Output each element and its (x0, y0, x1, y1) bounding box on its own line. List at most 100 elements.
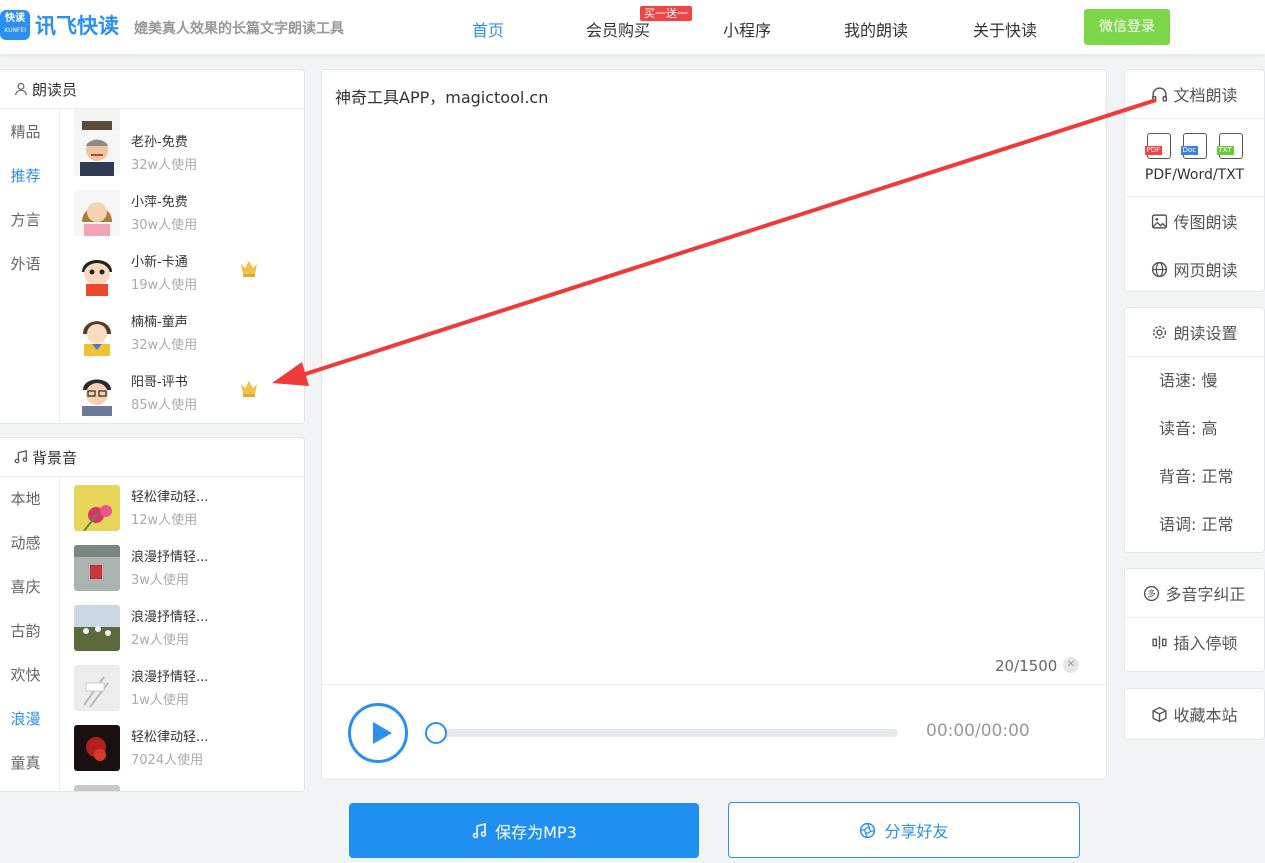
reader-uses: 85w人使用 (131, 398, 198, 413)
web-read-button[interactable]: 网页朗读 (1125, 245, 1264, 293)
list-item[interactable]: 楠楠-童声 32w人使用 (74, 306, 294, 360)
pause-marker-icon (1152, 635, 1168, 649)
doc-read-button[interactable]: 文档朗读 (1125, 70, 1264, 118)
avatar (74, 250, 120, 296)
reader-name: 小新-卡通 (131, 255, 188, 270)
bgm-volume-setting[interactable]: 背音: 正常 (1125, 453, 1264, 501)
reader-list: 老孙-免费 32w人使用 小萍-免费 30w人使用 小新-卡通 19w人使用 楠… (61, 109, 304, 423)
music-note-icon (14, 450, 28, 464)
list-item[interactable]: 浪漫抒情轻... 1w人使用 (74, 661, 294, 715)
char-counter: 20/1500 (995, 657, 1058, 675)
doc-types-caption: PDF/Word/TXT (1144, 167, 1245, 183)
reader-name: 阳哥-评书 (131, 375, 188, 390)
polyphone-icon: 多 (1144, 585, 1160, 601)
image-read-button[interactable]: 传图朗读 (1125, 197, 1264, 245)
text-input[interactable]: 神奇工具APP，magictool.cn (335, 84, 548, 108)
promo-badge: 买一送一 (640, 6, 692, 21)
settings-header: 朗读设置 (1125, 308, 1264, 356)
thumbnail (74, 785, 120, 791)
readers-title: 朗读员 (32, 80, 78, 99)
app-name: 讯飞快读 (35, 14, 119, 38)
progress-track[interactable] (425, 729, 898, 737)
list-item[interactable]: 阳哥-评书 85w人使用 (74, 366, 294, 420)
logo[interactable]: 快读 XUNFEI 讯飞快读 (0, 10, 119, 40)
clear-icon[interactable]: ✕ (1063, 657, 1079, 673)
list-item[interactable]: 轻松律动轻... 7024人使用 (74, 721, 294, 775)
bgm-cat-childlike[interactable]: 童真 (0, 741, 59, 785)
reader-uses: 19w人使用 (131, 278, 198, 293)
vip-crown-icon (241, 261, 257, 277)
bgm-uses: 7024人使用 (131, 753, 204, 768)
reader-cat-dialect[interactable]: 方言 (0, 198, 59, 242)
nav-home[interactable]: 首页 (472, 17, 504, 41)
txt-file-icon: TXT (1216, 133, 1243, 159)
list-item[interactable]: 轻松律动轻... 12w人使用 (74, 481, 294, 535)
thumbnail (74, 665, 120, 711)
globe-icon (1152, 261, 1168, 277)
list-item[interactable]: 浪漫抒情轻... 2w人使用 (74, 601, 294, 655)
reader-cat-premium[interactable]: 精品 (0, 110, 59, 154)
bgm-uses: 12w人使用 (131, 513, 198, 528)
nav-about[interactable]: 关于快读 (973, 17, 1037, 41)
pdf-file-icon: PDF (1144, 133, 1171, 159)
bgm-cat-romantic[interactable]: 浪漫 (0, 697, 59, 741)
reader-categories: 精品 推荐 方言 外语 (0, 109, 60, 423)
bgm-cat-cheerful[interactable]: 欢快 (0, 653, 59, 697)
tone-setting[interactable]: 语调: 正常 (1125, 501, 1264, 549)
user-icon (15, 82, 27, 96)
gear-icon (1153, 325, 1167, 339)
bgm-name: 轻松律动轻... (131, 730, 209, 745)
pitch-setting[interactable]: 读音: 高 (1125, 405, 1264, 453)
bgm-uses: 3w人使用 (131, 573, 189, 588)
text-tools: 多 多音字纠正 插入停顿 (1124, 568, 1265, 672)
bookmark-box: 收藏本站 (1124, 688, 1265, 740)
avatar (74, 190, 120, 236)
reader-uses: 30w人使用 (131, 218, 198, 233)
bookmark-button[interactable]: 收藏本站 (1125, 689, 1264, 739)
share-button[interactable]: 分享好友 (728, 802, 1080, 858)
top-header: 快读 XUNFEI 讯飞快读 媲美真人效果的长篇文字朗读工具 首页 会员购买 买… (0, 0, 1265, 54)
audio-player: 00:00/00:00 (322, 684, 1106, 780)
bgm-uses: 1w人使用 (131, 693, 189, 708)
list-item[interactable]: 小新-卡通 19w人使用 (74, 246, 294, 300)
list-item[interactable] (74, 781, 294, 791)
svg-text:多: 多 (1148, 588, 1157, 599)
bgm-cat-local[interactable]: 本地 (0, 477, 59, 521)
reader-cat-foreign[interactable]: 外语 (0, 242, 59, 286)
reader-cat-recommended[interactable]: 推荐 (0, 154, 59, 198)
progress-knob[interactable] (425, 722, 447, 744)
bgm-cat-classical[interactable]: 古韵 (0, 609, 59, 653)
bgm-cat-festive[interactable]: 喜庆 (0, 565, 59, 609)
aperture-icon (860, 822, 876, 838)
text-editor: 神奇工具APP，magictool.cn 20/1500 ✕ 00:00/00:… (321, 69, 1107, 780)
nav-my-readings[interactable]: 我的朗读 (844, 17, 908, 41)
speed-setting[interactable]: 语速: 慢 (1125, 357, 1264, 405)
reading-modes: 文档朗读 PDF Doc TXT PDF/Word/TXT 传图朗读 网页朗读 (1124, 69, 1265, 292)
bgm-list: 轻松律动轻... 12w人使用 浪漫抒情轻... 3w人使用 浪漫抒情轻... … (61, 477, 304, 791)
time-display: 00:00/00:00 (926, 721, 1030, 741)
bgm-cat-dynamic[interactable]: 动感 (0, 521, 59, 565)
bgm-panel: 背景音 本地 动感 喜庆 古韵 欢快 浪漫 童真 轻松律动轻... 12w人使用… (0, 437, 305, 792)
bgm-name: 浪漫抒情轻... (131, 670, 209, 685)
bgm-categories: 本地 动感 喜庆 古韵 欢快 浪漫 童真 (0, 477, 60, 791)
list-item[interactable]: 浪漫抒情轻... 3w人使用 (74, 541, 294, 595)
cube-icon (1152, 706, 1168, 722)
wechat-login-button[interactable]: 微信登录 (1084, 9, 1170, 45)
list-item[interactable]: 老孙-免费 32w人使用 (74, 126, 294, 180)
insert-pause-button[interactable]: 插入停顿 (1125, 618, 1264, 666)
list-item[interactable]: 小萍-免费 30w人使用 (74, 186, 294, 240)
thumbnail (74, 725, 120, 771)
reader-name: 小萍-免费 (131, 195, 188, 210)
thumbnail (74, 485, 120, 531)
thumbnail (74, 545, 120, 591)
play-button[interactable] (348, 703, 408, 763)
save-mp3-button[interactable]: 保存为MP3 (349, 803, 699, 858)
polyphone-button[interactable]: 多 多音字纠正 (1125, 569, 1264, 617)
nav-mini-program[interactable]: 小程序 (723, 17, 771, 41)
logo-icon: 快读 XUNFEI (0, 10, 30, 40)
bgm-uses: 2w人使用 (131, 633, 189, 648)
reading-settings: 朗读设置 语速: 慢 读音: 高 背音: 正常 语调: 正常 (1124, 307, 1265, 553)
music-note-icon (472, 822, 487, 838)
avatar (74, 130, 120, 176)
vip-crown-icon (241, 381, 257, 397)
